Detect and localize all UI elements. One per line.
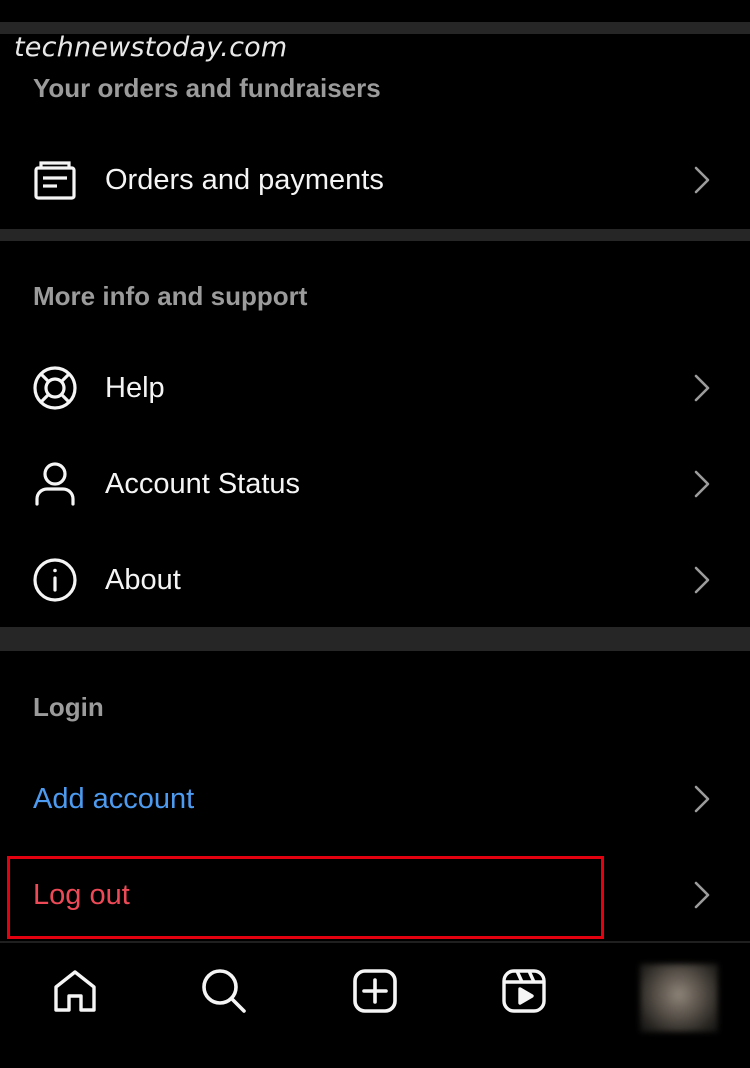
- chevron-right-icon: [690, 371, 714, 405]
- chevron-right-icon: [690, 878, 714, 912]
- help-label: Help: [105, 371, 165, 404]
- person-icon: [31, 460, 79, 508]
- reels-icon[interactable]: [496, 963, 552, 1019]
- lifebuoy-icon: [31, 364, 79, 412]
- search-icon[interactable]: [196, 963, 252, 1019]
- about-label: About: [105, 563, 181, 596]
- log-out-label: Log out: [33, 878, 130, 911]
- help-row[interactable]: Help: [0, 343, 750, 433]
- section-title-support: More info and support: [33, 281, 308, 311]
- section-divider-2: [0, 627, 750, 651]
- orders-and-payments-row[interactable]: Orders and payments: [0, 135, 750, 225]
- watermark: technewstoday.com: [14, 32, 288, 63]
- create-icon[interactable]: [347, 963, 403, 1019]
- chevron-right-icon: [690, 467, 714, 501]
- about-row[interactable]: About: [0, 535, 750, 625]
- bottom-tab-bar: [0, 941, 750, 1068]
- section-title-login: Login: [33, 692, 104, 722]
- account-status-row[interactable]: Account Status: [0, 439, 750, 529]
- chevron-right-icon: [690, 782, 714, 816]
- section-title-orders: Your orders and fundraisers: [33, 73, 381, 103]
- home-icon[interactable]: [47, 963, 103, 1019]
- chevron-right-icon: [690, 563, 714, 597]
- add-account-label: Add account: [33, 782, 195, 815]
- profile-avatar[interactable]: [640, 964, 718, 1032]
- section-divider-1: [0, 229, 750, 241]
- chevron-right-icon: [690, 163, 714, 197]
- log-out-row[interactable]: Log out: [0, 850, 750, 940]
- info-icon: [31, 556, 79, 604]
- add-account-row[interactable]: Add account: [0, 754, 750, 844]
- receipt-icon: [31, 156, 79, 204]
- account-status-label: Account Status: [105, 467, 301, 500]
- orders-and-payments-label: Orders and payments: [105, 163, 384, 196]
